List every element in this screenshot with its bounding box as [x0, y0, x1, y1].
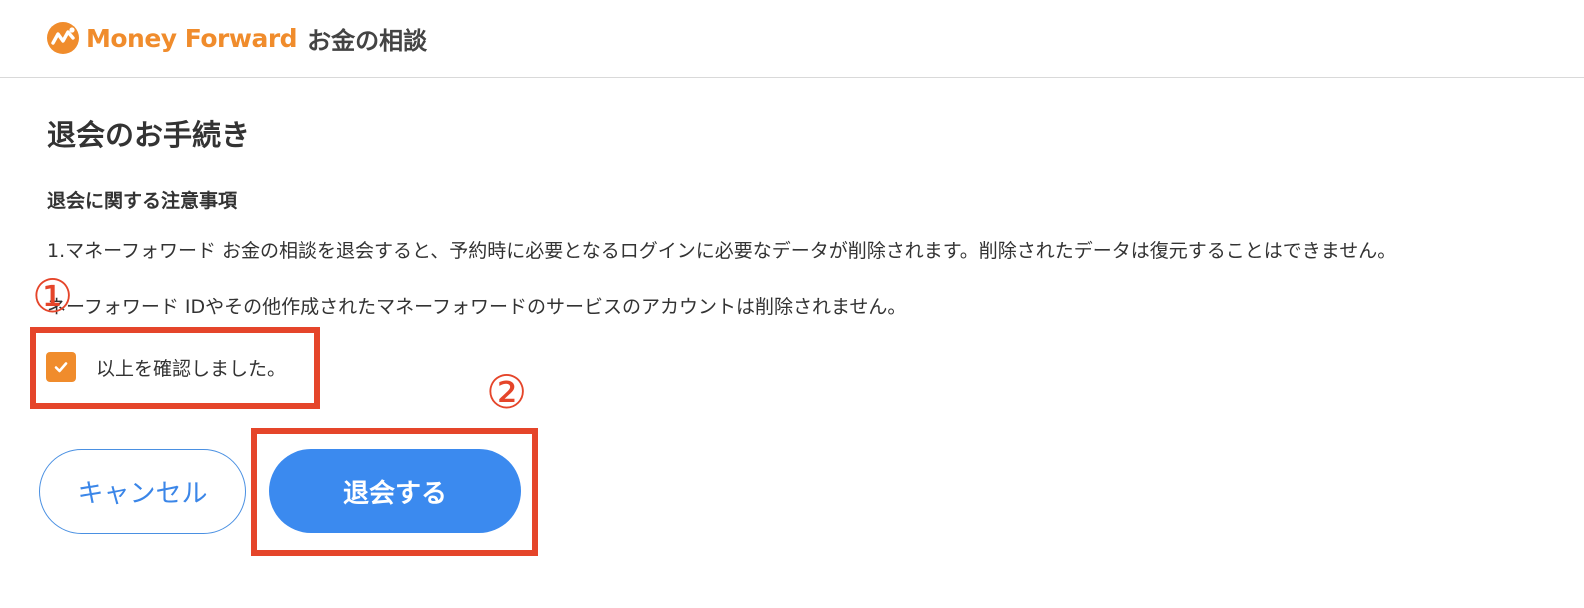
annotation-marker-1: ①	[32, 269, 74, 323]
annotation-highlight-withdraw	[251, 428, 538, 556]
cancel-button[interactable]: キャンセル	[39, 449, 246, 534]
notice-data-deletion: 1.マネーフォワード お金の相談を退会すると、予約時に必要となるログインに必要な…	[47, 240, 1397, 262]
money-forward-logo-icon	[47, 22, 79, 54]
page-title: 退会のお手続き	[47, 118, 251, 152]
brand-logo[interactable]: Money Forward お金の相談	[46, 20, 427, 56]
brand-name: Money Forward	[86, 23, 298, 53]
service-name: お金の相談	[307, 26, 428, 55]
section-title: 退会に関する注意事項	[47, 190, 238, 212]
annotation-highlight-checkbox	[30, 327, 320, 409]
notice-account-retained: ネーフォワード IDやその他作成されたマネーフォワードのサービスのアカウントは削…	[47, 296, 907, 318]
site-header: Money Forward お金の相談	[0, 0, 1584, 78]
annotation-marker-2: ②	[486, 365, 528, 419]
